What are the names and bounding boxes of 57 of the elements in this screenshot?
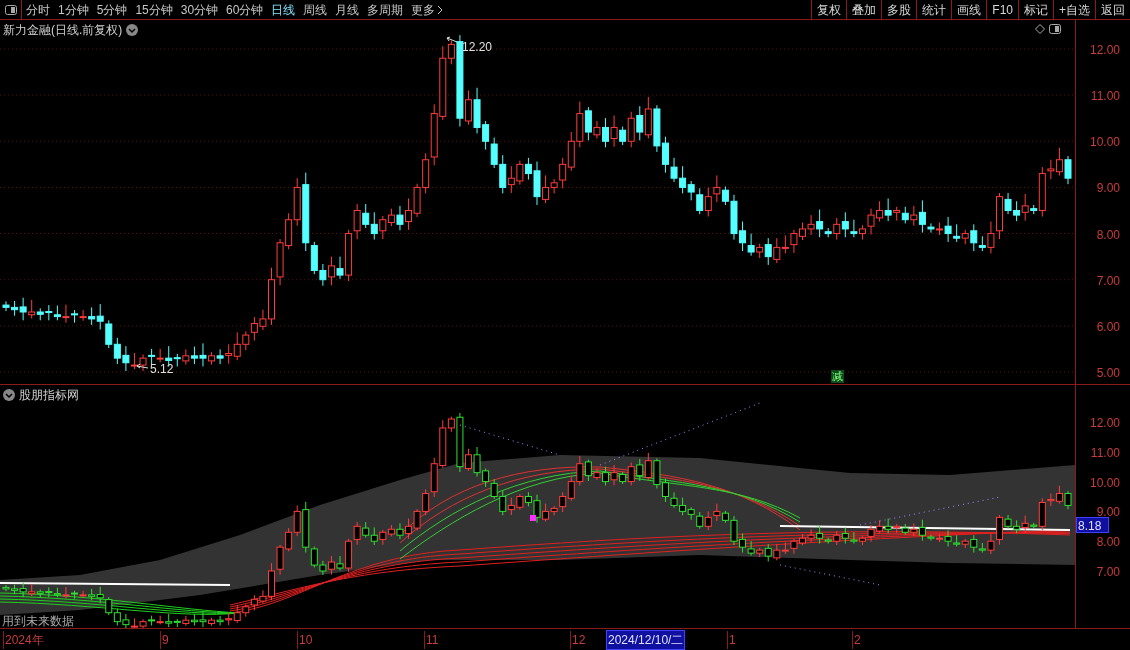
- date-axis-label: 1: [727, 631, 736, 649]
- marker-icon: [530, 515, 536, 521]
- future-data-note: 用到未来数据: [2, 613, 74, 628]
- toolbar-button[interactable]: 多股: [881, 0, 917, 20]
- period-tab[interactable]: 周线: [299, 0, 332, 20]
- chevron-down-icon[interactable]: [126, 24, 139, 36]
- leader-line: [136, 363, 149, 369]
- toolbar-button[interactable]: 叠加: [846, 0, 882, 20]
- period-tab[interactable]: 15分钟: [131, 0, 177, 20]
- toolbar-button[interactable]: 统计: [916, 0, 952, 20]
- indicator-axis-label: 12.00: [1089, 415, 1120, 432]
- chart-title: 新力金融(日线.前复权): [3, 22, 123, 39]
- chevron-down-icon[interactable]: [3, 389, 15, 401]
- low-price-label: 5.12: [150, 361, 174, 378]
- price-axis-label: 8.00: [1096, 226, 1120, 244]
- price-axis-label: 6.00: [1096, 318, 1120, 336]
- period-tab[interactable]: 5分钟: [92, 0, 132, 20]
- indicator-axis-label: 10.00: [1089, 474, 1120, 492]
- current-value-badge: 8.18: [1076, 517, 1109, 533]
- period-tab[interactable]: 1分钟: [54, 0, 93, 20]
- period-tab[interactable]: 月线: [331, 0, 364, 20]
- period-tab[interactable]: 分时: [22, 0, 54, 20]
- indicator-axis-label: 8.00: [1096, 534, 1120, 552]
- date-axis-label: 2: [852, 631, 861, 649]
- price-axis-label: 10.00: [1089, 134, 1120, 152]
- leader-line: [446, 36, 458, 43]
- toolbar-button[interactable]: 返回: [1095, 0, 1130, 20]
- layout-toggle-icon[interactable]: [1049, 24, 1061, 34]
- price-axis-label: 7.00: [1096, 272, 1120, 290]
- high-price-label: 12.20: [462, 39, 493, 56]
- period-tab[interactable]: 更多: [407, 0, 448, 20]
- toolbar-button[interactable]: F10: [986, 0, 1018, 20]
- date-axis-label: 11: [424, 631, 439, 649]
- indicator-axis-label: 11.00: [1090, 444, 1120, 462]
- layout-toggle-icon[interactable]: [4, 4, 17, 15]
- period-tab[interactable]: 60分钟: [222, 0, 268, 20]
- toolbar-button[interactable]: 复权: [811, 0, 847, 20]
- toolbar-button[interactable]: 画线: [951, 0, 987, 20]
- price-axis-label: 5.00: [1096, 364, 1120, 382]
- price-axis-label: 11.00: [1090, 88, 1120, 106]
- signal-badge: 减: [831, 370, 844, 383]
- indicator-axis-label: 7.00: [1096, 564, 1120, 581]
- toolbar-button[interactable]: +自选: [1053, 0, 1095, 20]
- date-axis-label: 12: [570, 631, 586, 649]
- date-axis-label: 10: [297, 631, 313, 649]
- date-axis-label: 2024年: [3, 631, 44, 649]
- toolbar-button[interactable]: 标记: [1018, 0, 1053, 20]
- period-tab[interactable]: 30分钟: [176, 0, 223, 20]
- indicator-title: 股朋指标网: [19, 387, 79, 404]
- price-axis-label: 9.00: [1096, 180, 1120, 198]
- period-tab[interactable]: 多周期: [363, 0, 408, 20]
- cursor-date-label: 2024/12/10/二: [606, 630, 686, 650]
- diamond-icon[interactable]: [1035, 24, 1045, 34]
- chevron-right-icon: [437, 4, 444, 15]
- period-tab[interactable]: 日线: [267, 0, 300, 20]
- price-axis-label: 12.00: [1089, 42, 1120, 59]
- date-axis-label: 9: [160, 631, 169, 649]
